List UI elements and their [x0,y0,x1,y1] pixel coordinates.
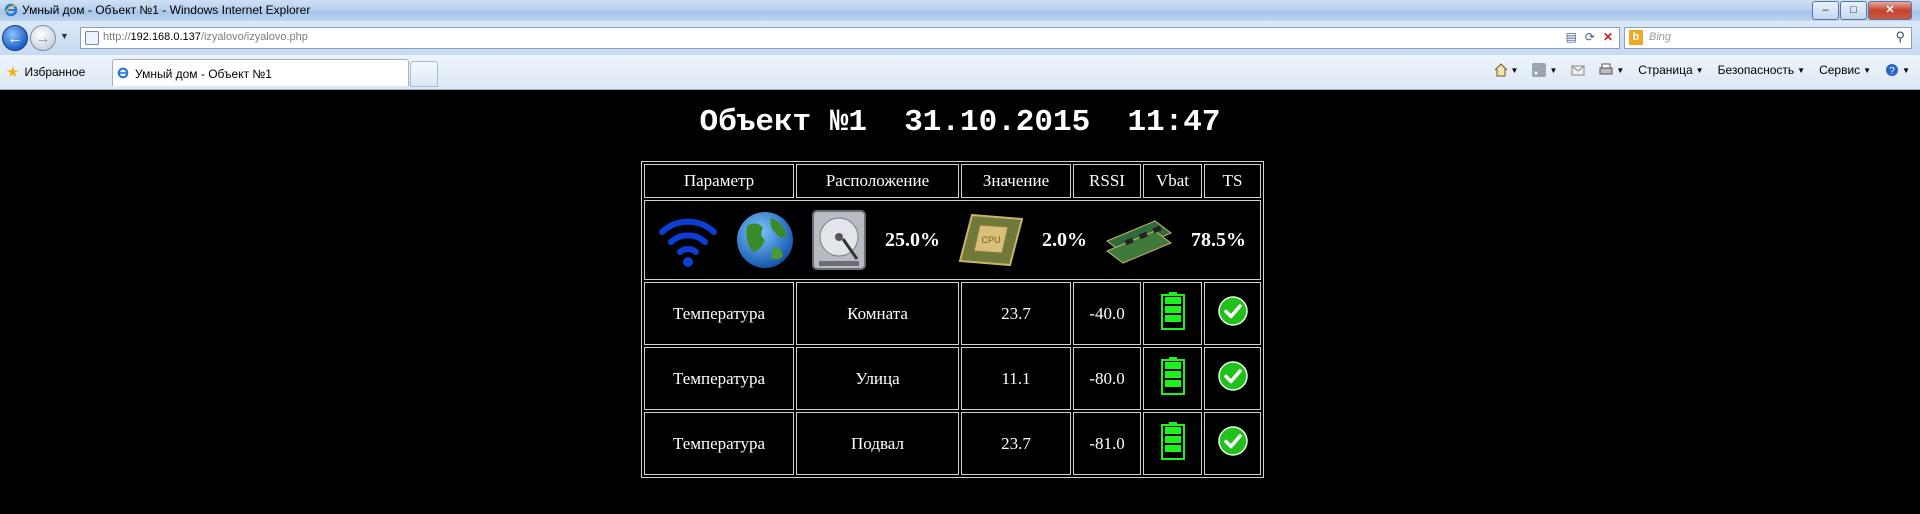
maximize-icon[interactable]: □ [1840,1,1867,20]
command-bar: ▼ ▼ ▼ Страница ▼ Безопасность ▼ Сервис ▼ ? ▼ [1480,63,1910,77]
ram-usage: 78.5% [1191,228,1246,251]
cell-param: Температура [644,412,794,475]
cell-param: Температура [644,347,794,410]
table-row: Температура Комната 23.7 -40.0 [644,282,1261,345]
battery-icon [1160,357,1185,399]
check-icon [1217,426,1248,461]
cell-vbat [1143,282,1202,345]
header-location: Расположение [796,164,959,198]
history-dropdown-icon[interactable]: ▼ [60,31,69,41]
close-icon[interactable]: ✕ [1868,1,1912,20]
search-placeholder: Bing [1649,31,1672,43]
help-icon: ? [1886,64,1899,77]
feeds-button[interactable]: ▼ [1532,63,1557,77]
header-param: Параметр [644,164,794,198]
hdd-usage: 25.0% [885,228,940,251]
cell-value: 23.7 [961,412,1071,475]
check-icon [1217,361,1248,396]
window-titlebar: Умный дом - Объект №1 - Windows Internet… [0,0,1920,21]
favorites-bar: ★ Избранное Умный дом - Объект №1 ▼ ▼ ▼ … [0,55,1920,90]
home-icon [1494,63,1507,77]
forward-button[interactable]: → [30,25,56,51]
page-viewport: Объект №1 31.10.2015 11:47 Параметр Расп… [0,90,1920,514]
battery-icon [1160,292,1185,334]
ie-logo-icon [4,3,18,17]
back-button[interactable]: ← [2,25,28,51]
window-title: Умный дом - Объект №1 - Windows Internet… [22,3,311,17]
cell-vbat [1143,412,1202,475]
battery-icon [1160,422,1185,464]
system-status-row: 25.0% CPU 2.0% 78.5% [644,200,1261,280]
sensor-table: Параметр Расположение Значение RSSI Vbat… [641,161,1264,478]
cell-rssi: -80.0 [1073,347,1141,410]
service-menu[interactable]: Сервис ▼ [1819,63,1871,77]
refresh-icon[interactable]: ⟳ [1585,30,1595,44]
object-name: Объект №1 [699,105,867,140]
print-button[interactable]: ▼ [1599,63,1624,77]
rss-icon [1532,63,1547,77]
url-text[interactable]: http://192.168.0.137/izyalovo/izyalovo.p… [103,31,308,43]
current-date: 31.10.2015 [904,105,1091,140]
favorites-button[interactable]: ★ Избранное [6,63,85,81]
address-field[interactable]: http://192.168.0.137/izyalovo/izyalovo.p… [80,27,1620,49]
cpu-usage: 2.0% [1042,228,1087,251]
page-title: Объект №1 31.10.2015 11:47 [0,105,1920,140]
cell-rssi: -81.0 [1073,412,1141,475]
cpu-icon: CPU [958,213,1024,267]
search-field[interactable]: b Bing ⚲ [1624,27,1912,49]
ram-icon [1106,220,1172,264]
compatibility-view-icon[interactable]: ▤ [1566,30,1577,44]
cell-location: Улица [796,347,959,410]
bing-logo-icon: b [1629,30,1643,45]
cell-location: Комната [796,282,959,345]
cell-vbat [1143,347,1202,410]
home-button[interactable]: ▼ [1494,63,1518,77]
window-controls: – □ ✕ [1811,1,1912,20]
svg-text:?: ? [1889,66,1895,77]
cell-ts [1204,282,1261,345]
cell-param: Температура [644,282,794,345]
header-ts: TS [1204,164,1261,198]
cpu-chip-label: CPU [981,235,1000,245]
new-tab-button[interactable] [410,61,438,87]
cell-value: 11.1 [961,347,1071,410]
mail-button[interactable] [1571,63,1585,77]
page-icon [85,31,99,45]
cell-value: 23.7 [961,282,1071,345]
current-time: 11:47 [1127,105,1221,140]
page-menu[interactable]: Страница ▼ [1638,63,1703,77]
tab-smart-home[interactable]: Умный дом - Объект №1 [112,59,409,86]
check-icon [1217,296,1248,331]
address-toolbar: ← → ▼ http://192.168.0.137/izyalovo/izya… [0,21,1920,55]
help-button[interactable]: ? ▼ [1885,63,1910,77]
header-value: Значение [961,164,1071,198]
cell-rssi: -40.0 [1073,282,1141,345]
mail-icon [1571,65,1585,76]
minimize-icon[interactable]: – [1812,1,1839,20]
cell-ts [1204,347,1261,410]
cell-ts [1204,412,1261,475]
favorites-label: Избранное [24,65,86,79]
wifi-icon [659,218,717,267]
printer-icon [1599,63,1613,75]
table-row: Температура Подвал 23.7 -81.0 [644,412,1261,475]
tab-label: Умный дом - Объект №1 [135,67,272,81]
search-icon[interactable]: ⚲ [1895,29,1905,45]
stop-icon[interactable]: ✕ [1603,30,1613,44]
star-icon: ★ [6,64,20,81]
cell-location: Подвал [796,412,959,475]
hdd-icon [812,210,866,270]
table-header-row: Параметр Расположение Значение RSSI Vbat… [644,164,1261,198]
system-status-cell: 25.0% CPU 2.0% 78.5% [644,200,1261,280]
ie-tab-icon [117,67,129,79]
header-rssi: RSSI [1073,164,1141,198]
address-tools: ▤ ⟳ ✕ [1566,30,1613,44]
globe-icon [737,212,793,268]
security-menu[interactable]: Безопасность ▼ [1718,63,1805,77]
table-row: Температура Улица 11.1 -80.0 [644,347,1261,410]
header-vbat: Vbat [1143,164,1202,198]
